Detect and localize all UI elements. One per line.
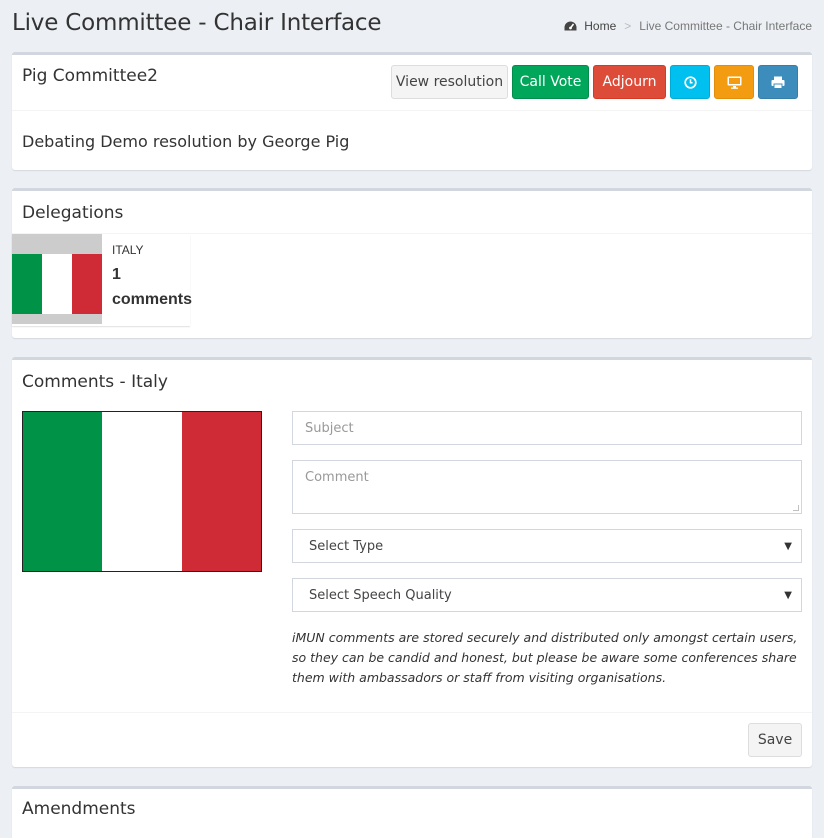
- committee-toolbar: View resolution Call Vote Adjourn: [391, 65, 798, 99]
- page-title: Live Committee - Chair Interface: [12, 10, 382, 36]
- breadcrumb-separator: >: [624, 19, 632, 33]
- subject-placeholder: Subject: [305, 420, 354, 436]
- flag-stripe-white: [102, 412, 182, 571]
- flag-stripe-white: [42, 254, 72, 314]
- italy-flag-icon: [12, 254, 102, 314]
- view-resolution-button[interactable]: View resolution: [391, 65, 508, 99]
- debating-status: Debating Demo resolution by George Pig: [22, 132, 350, 151]
- flag-stripe-red: [181, 412, 261, 571]
- chevron-down-icon: ▼: [784, 540, 792, 552]
- delegation-country: ITALY: [112, 243, 144, 257]
- clock-icon: [683, 75, 697, 89]
- call-vote-button[interactable]: Call Vote: [512, 65, 589, 99]
- italy-flag-large-icon: [22, 411, 262, 572]
- timer-button[interactable]: [670, 65, 710, 99]
- amendments-box: Amendments: [12, 786, 812, 838]
- flag-stripe-green: [23, 412, 103, 571]
- chevron-down-icon: ▼: [784, 589, 792, 601]
- display-button[interactable]: [714, 65, 754, 99]
- save-button[interactable]: Save: [748, 723, 802, 757]
- delegations-title: Delegations: [22, 203, 124, 223]
- comment-placeholder: Comment: [305, 470, 369, 485]
- resize-handle-icon[interactable]: [793, 505, 799, 511]
- delegations-box: Delegations ITALY 1 comments: [12, 188, 812, 338]
- privacy-note: iMUN comments are stored securely and di…: [292, 630, 798, 685]
- comment-count-label: comments: [112, 291, 193, 308]
- flag-stripe-red: [72, 254, 102, 314]
- committee-divider: [12, 110, 812, 111]
- breadcrumb-home-label: Home: [584, 19, 617, 33]
- page-header: Live Committee - Chair Interface Home > …: [12, 0, 812, 52]
- comments-box: Comments - Italy Subject Comment Select …: [12, 357, 812, 767]
- delegation-comment-count: 1 comments: [112, 262, 212, 312]
- type-select[interactable]: Select Type ▼: [292, 529, 802, 563]
- flag-stripe-green: [12, 254, 42, 314]
- monitor-icon: [727, 76, 741, 89]
- print-button[interactable]: [758, 65, 798, 99]
- speech-quality-select[interactable]: Select Speech Quality ▼: [292, 578, 802, 612]
- dashboard-icon: [564, 21, 577, 31]
- print-icon: [771, 76, 785, 89]
- committee-box: Pig Committee2 View resolution Call Vote…: [12, 52, 812, 170]
- delegation-flag-box: [12, 234, 102, 324]
- adjourn-button[interactable]: Adjourn: [593, 65, 666, 99]
- delegation-card-italy[interactable]: ITALY 1 comments: [12, 234, 192, 326]
- breadcrumb-current: Live Committee - Chair Interface: [639, 19, 812, 33]
- committee-name: Pig Committee2: [22, 66, 158, 86]
- comments-footer-divider: [12, 712, 812, 713]
- comment-count-value: 1: [112, 266, 121, 283]
- comment-textarea[interactable]: Comment: [292, 460, 802, 514]
- amendments-title: Amendments: [22, 799, 136, 819]
- breadcrumb-home-link[interactable]: Home: [564, 19, 616, 33]
- quality-select-value: Select Speech Quality: [309, 587, 452, 603]
- subject-input[interactable]: Subject: [292, 411, 802, 445]
- breadcrumb: Home > Live Committee - Chair Interface: [564, 19, 812, 33]
- type-select-value: Select Type: [309, 538, 384, 554]
- comments-title: Comments - Italy: [22, 372, 168, 392]
